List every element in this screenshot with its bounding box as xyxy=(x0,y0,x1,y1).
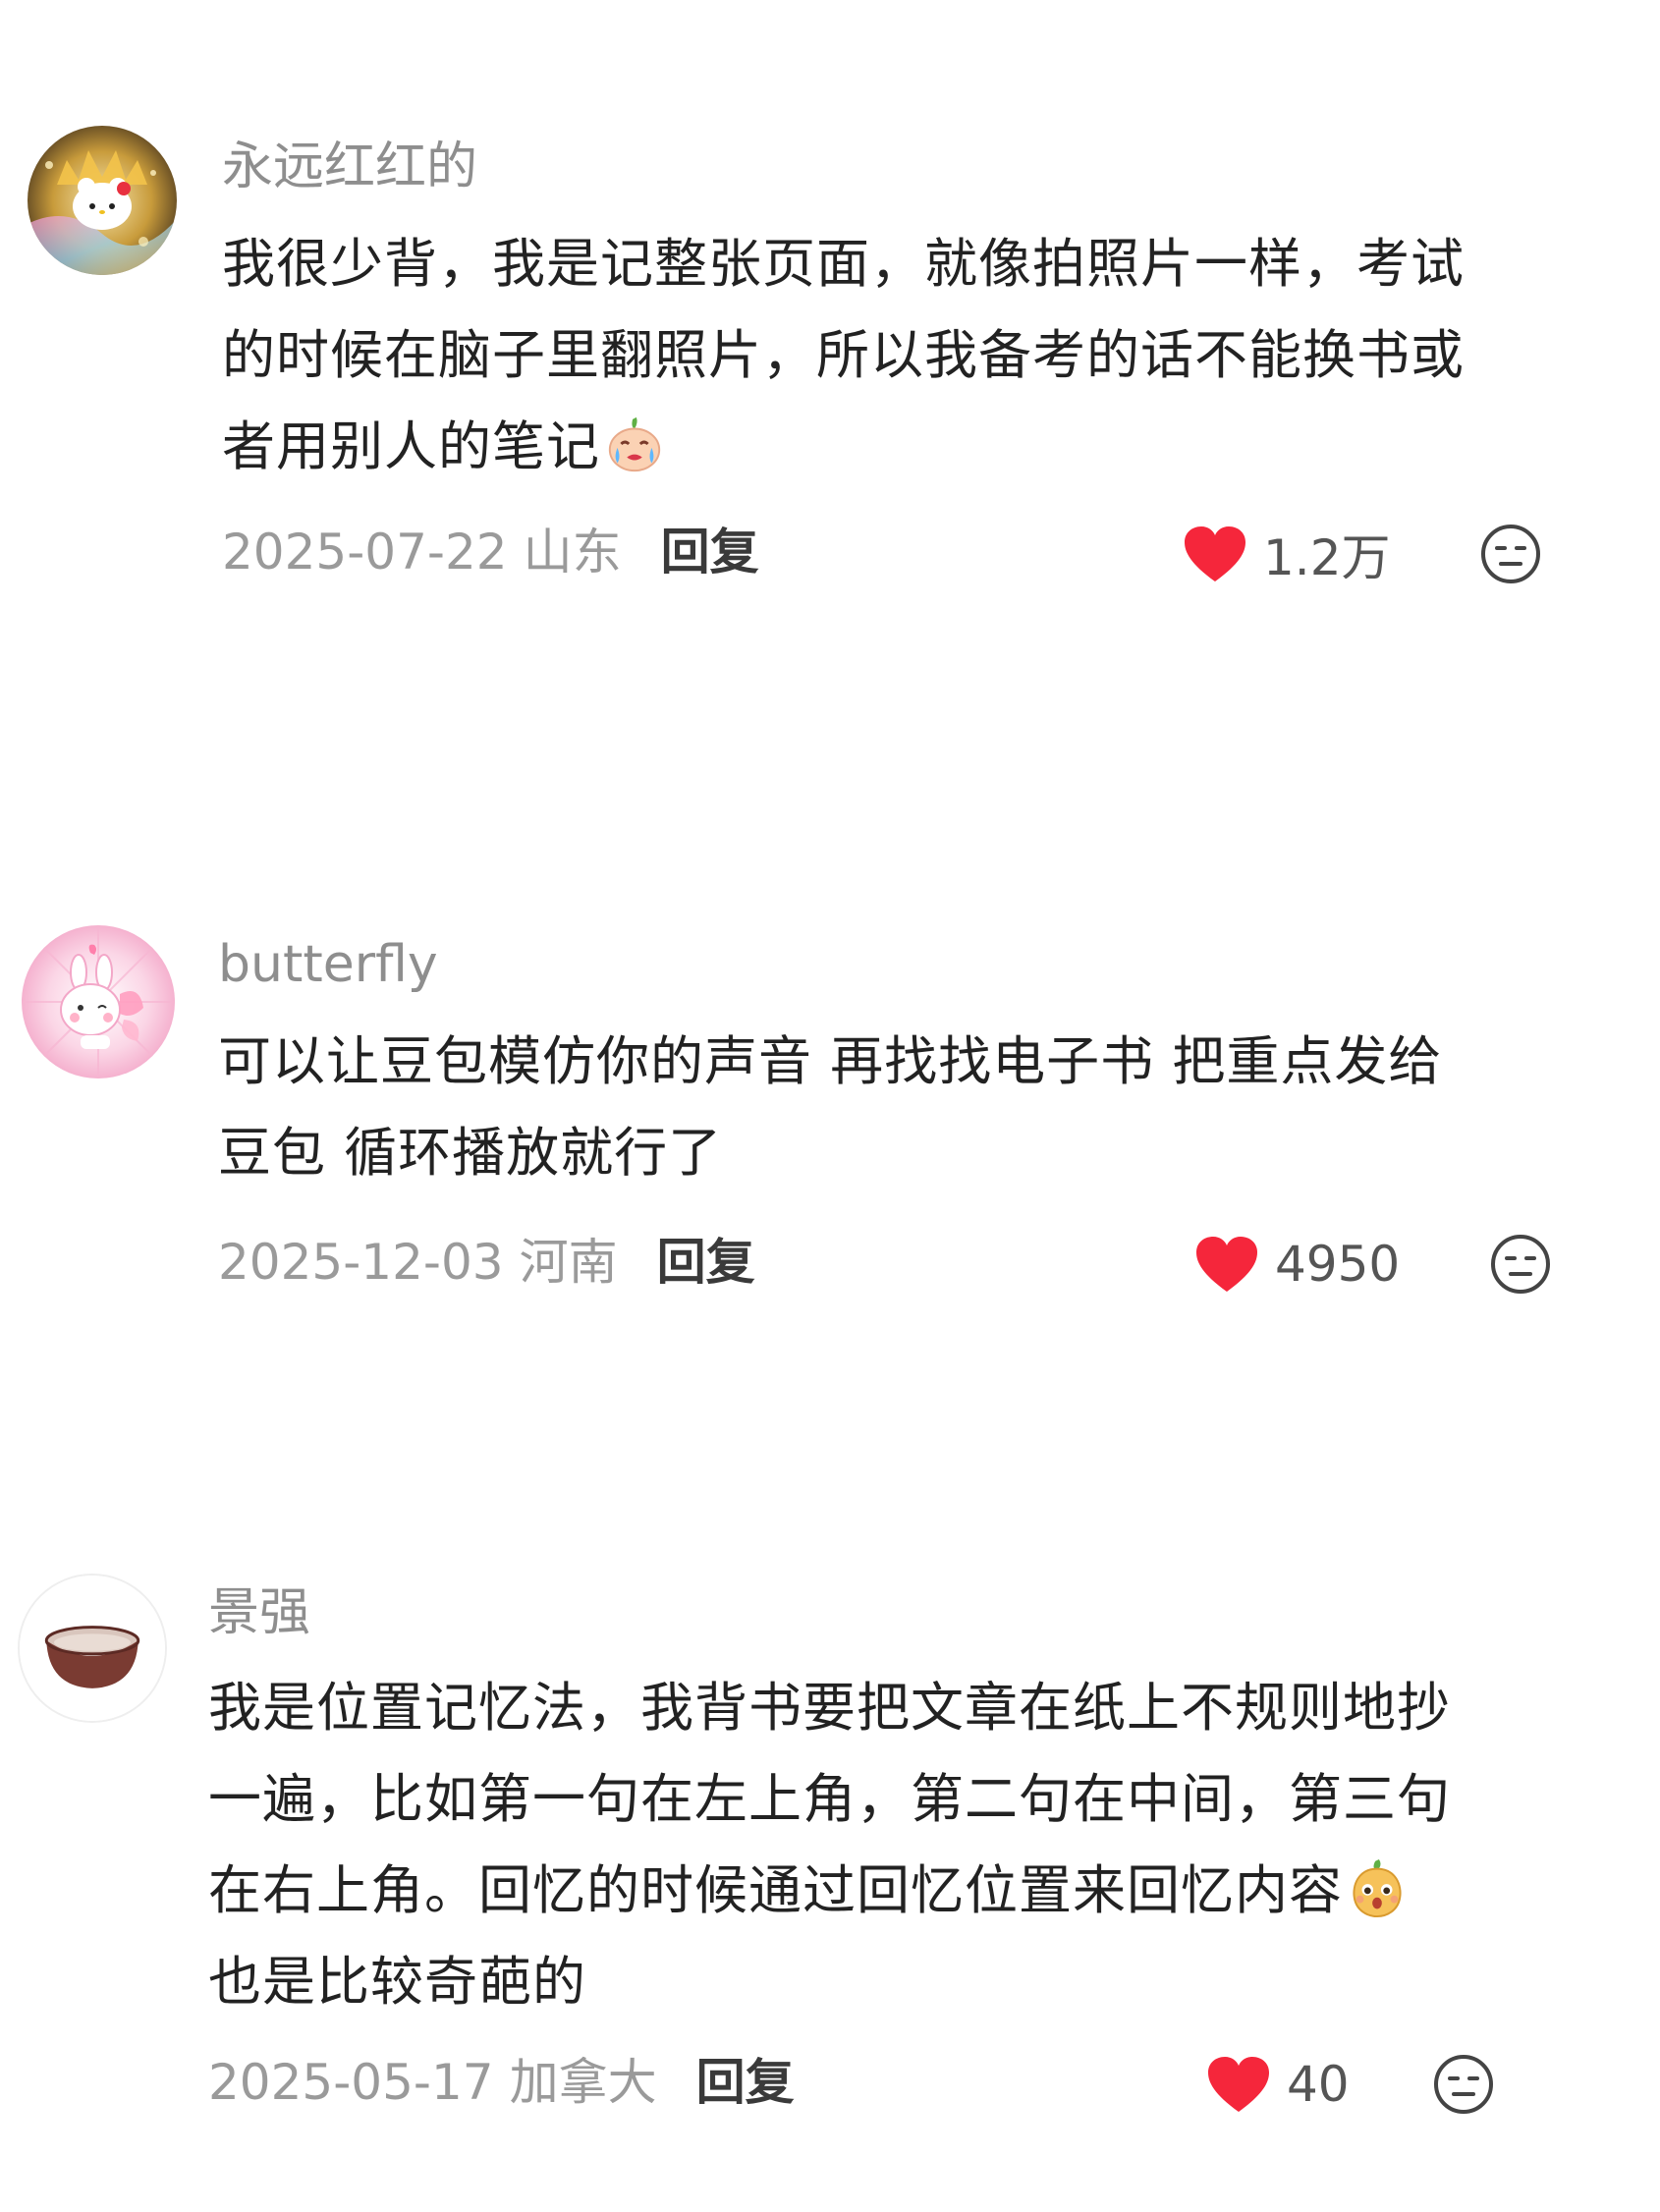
bowl-avatar-icon xyxy=(20,1576,165,1721)
comment-text: 可以让豆包模仿你的声音 再找找电子书 把重点发给 豆包 循环播放就行了 xyxy=(218,1016,1442,1198)
comment-meta: 2025-05-17 加拿大 回复 xyxy=(208,2053,795,2112)
reply-button[interactable]: 回复 xyxy=(657,1234,755,1291)
comment-line-text: 者用别人的笔记 xyxy=(222,415,600,477)
comment-line: 我很少背，我是记整张页面，就像拍照片一样，考试 xyxy=(222,233,1465,295)
comment-line: 一遍，比如第一句在左上角，第二句在中间，第三句 xyxy=(208,1768,1451,1830)
like-count: 40 xyxy=(1287,2056,1350,2113)
comment-location: 加拿大 xyxy=(509,2054,657,2111)
username[interactable]: 永远红红的 xyxy=(222,138,477,196)
comment-line: 的时候在脑子里翻照片，所以我备考的话不能换书或 xyxy=(222,324,1465,386)
like-count: 1.2万 xyxy=(1263,529,1391,586)
like-button[interactable]: 4950 xyxy=(1194,1233,1400,1296)
comment-text: 我很少背，我是记整张页面，就像拍照片一样，考试 的时候在脑子里翻照片，所以我备考… xyxy=(222,218,1465,492)
surprised-peach-emoji-icon xyxy=(1353,1858,1402,1918)
avatar[interactable] xyxy=(18,1574,167,1723)
heart-icon xyxy=(1208,2057,1269,2112)
like-button[interactable]: 1.2万 xyxy=(1183,523,1391,586)
comment-meta: 2025-12-03 河南 回复 xyxy=(218,1233,755,1292)
dislike-button[interactable] xyxy=(1479,523,1542,585)
comment-line: 我是位置记忆法，我背书要把文章在纸上不规则地抄 xyxy=(208,1677,1451,1739)
username[interactable]: 景强 xyxy=(208,1583,310,1642)
crying-face-emoji-icon xyxy=(608,416,661,472)
username[interactable]: butterfly xyxy=(218,935,438,994)
avatar[interactable] xyxy=(28,126,177,275)
comment-location: 山东 xyxy=(523,524,622,581)
comment-text: 我是位置记忆法，我背书要把文章在纸上不规则地抄 一遍，比如第一句在左上角，第二句… xyxy=(208,1662,1451,2027)
comment-location: 河南 xyxy=(519,1234,618,1291)
comment-line: 在右上角。回忆的时候通过回忆位置来回忆内容 xyxy=(208,1845,1451,1936)
pink-bunny-avatar-icon xyxy=(22,925,175,1078)
comment-line: 者用别人的笔记 xyxy=(222,401,1465,492)
comment-line: 可以让豆包模仿你的声音 再找找电子书 把重点发给 xyxy=(218,1030,1443,1092)
heart-icon xyxy=(1196,1237,1257,1292)
avatar[interactable] xyxy=(22,925,175,1078)
hello-kitty-gold-splash-avatar-icon xyxy=(28,126,177,275)
meh-face-icon xyxy=(1481,525,1540,583)
dislike-button[interactable] xyxy=(1489,1233,1552,1296)
meh-face-icon xyxy=(1434,2055,1493,2114)
comment-line: 也是比较奇葩的 xyxy=(208,1951,586,2013)
comment-meta: 2025-07-22 山东 回复 xyxy=(222,523,759,581)
comment-date: 2025-07-22 xyxy=(222,524,508,581)
comment-date: 2025-05-17 xyxy=(208,2054,494,2111)
heart-icon xyxy=(1185,526,1245,581)
comment-line-text: 在右上角。回忆的时候通过回忆位置来回忆内容 xyxy=(208,1859,1343,1921)
reply-button[interactable]: 回复 xyxy=(696,2054,795,2111)
comment-line: 豆包 循环播放就行了 xyxy=(218,1122,723,1184)
comment-date: 2025-12-03 xyxy=(218,1234,504,1291)
dislike-button[interactable] xyxy=(1432,2053,1495,2116)
like-button[interactable]: 40 xyxy=(1206,2053,1350,2116)
meh-face-icon xyxy=(1491,1235,1550,1294)
reply-button[interactable]: 回复 xyxy=(661,524,759,581)
like-count: 4950 xyxy=(1275,1236,1401,1293)
